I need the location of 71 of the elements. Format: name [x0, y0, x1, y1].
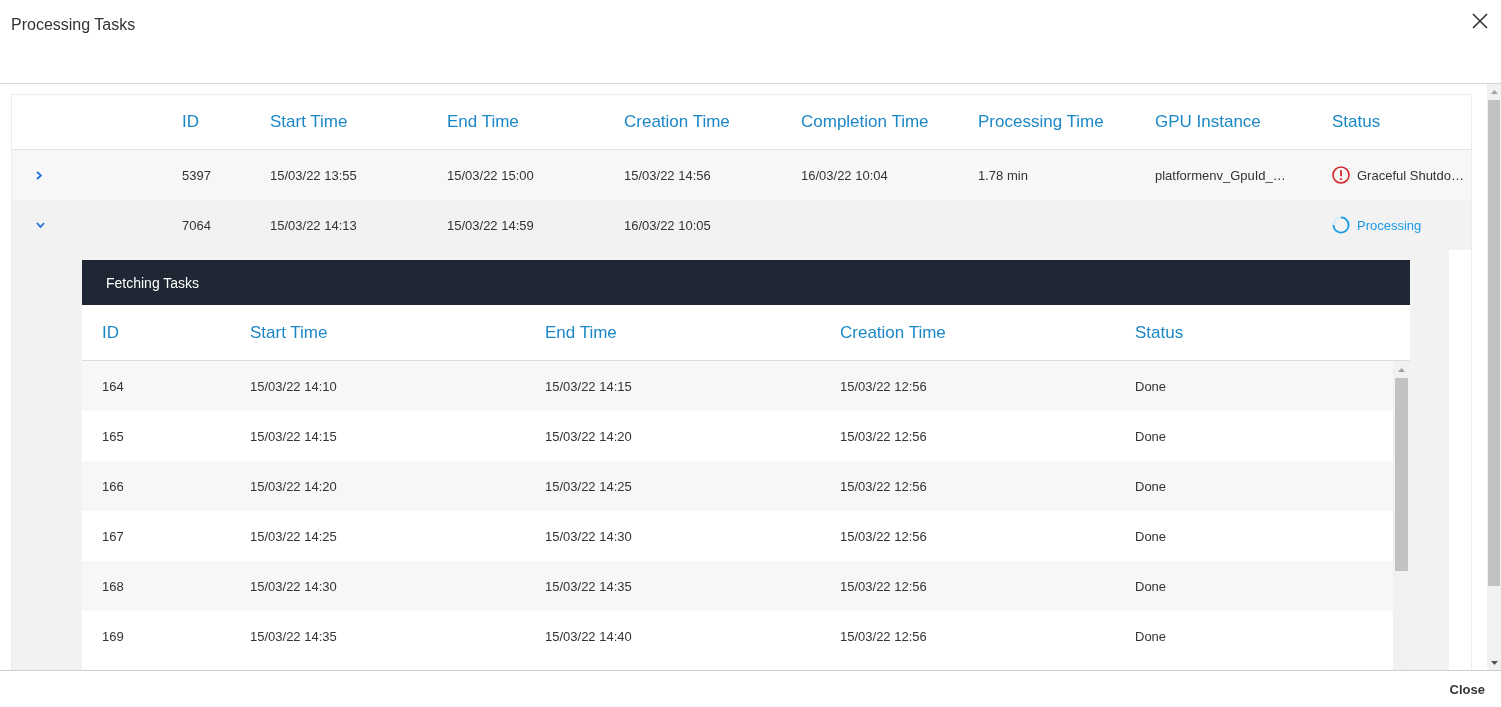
table-cell-text: 15/03/22 14:10 — [250, 378, 338, 394]
status-label: Processing — [1357, 217, 1422, 233]
table-cell-text: 167 — [102, 528, 125, 544]
table-cell-text: 15/03/22 14:25 — [545, 478, 633, 494]
table-cell-text: 166 — [102, 478, 125, 494]
column-header: End Time — [447, 112, 520, 132]
column-header: Processing Time — [978, 112, 1105, 132]
table-cell-text: 15/03/22 14:15 — [545, 378, 633, 394]
table-cell-text: 15/03/22 14:35 — [545, 578, 633, 594]
table-cell-text: 15/03/22 12:56 — [840, 428, 928, 444]
chevron-right-icon[interactable] — [36, 170, 42, 180]
table-cell-text: 15/03/22 14:20 — [250, 478, 338, 494]
table-cell-text: 15/03/22 13:55 — [270, 167, 358, 183]
scrollbar[interactable] — [1487, 84, 1501, 670]
table-cell-text: 15/03/22 14:40 — [545, 628, 633, 644]
table-cell-text: 15/03/22 14:15 — [250, 428, 338, 444]
table-cell-text: 15/03/22 14:30 — [250, 578, 338, 594]
table-cell-text: 168 — [102, 578, 125, 594]
triangle-up-icon[interactable] — [1490, 89, 1498, 94]
table-cell-text: 15/03/22 14:35 — [250, 628, 338, 644]
panel-title: Fetching Tasks — [106, 274, 200, 291]
spinner-icon — [1332, 216, 1350, 234]
table-cell-text: 15/03/22 12:56 — [840, 578, 928, 594]
table-cell-text: 7064 — [182, 217, 212, 233]
triangle-down-icon[interactable] — [1490, 660, 1498, 665]
table-cell-text: Done — [1135, 628, 1168, 644]
table-cell-text: 15/03/22 12:56 — [840, 478, 928, 494]
table-cell-text: 15/03/22 14:20 — [545, 428, 633, 444]
column-header: Start Time — [270, 112, 349, 132]
close-button[interactable]: Close — [1447, 678, 1487, 700]
table-cell-text: 16/03/22 10:05 — [624, 217, 712, 233]
table-cell-text: 165 — [102, 428, 125, 444]
table-cell-text: 15/03/22 14:13 — [270, 217, 358, 233]
table-cell-text: 15/03/22 15:00 — [447, 167, 535, 183]
table-cell-text: 15/03/22 14:59 — [447, 217, 535, 233]
status-label: Graceful Shutdo… — [1357, 167, 1464, 183]
table-cell-text: 169 — [102, 628, 125, 644]
triangle-up-icon[interactable] — [1398, 367, 1405, 372]
table-cell-text: 15/03/22 12:56 — [840, 528, 928, 544]
close-icon[interactable] — [1472, 13, 1488, 29]
column-header: Status — [1332, 112, 1382, 132]
scrollbar-thumb[interactable] — [1488, 100, 1500, 586]
column-header: Creation Time — [840, 322, 947, 343]
table-cell-text: 15/03/22 14:25 — [250, 528, 338, 544]
table-cell-text: Done — [1135, 478, 1168, 494]
chevron-down-icon[interactable] — [36, 222, 45, 228]
alert-icon — [1332, 166, 1350, 184]
column-header: GPU Instance — [1155, 112, 1262, 132]
column-header: Completion Time — [801, 112, 930, 132]
table-cell-text: 16/03/22 10:04 — [801, 167, 889, 183]
scrollbar[interactable] — [1393, 361, 1410, 670]
table-cell-text: Done — [1135, 528, 1168, 544]
table-cell-text: platformenv_GpuId_… — [1155, 167, 1287, 183]
column-header: Start Time — [250, 322, 329, 343]
table-cell-text: 5397 — [182, 167, 212, 183]
column-header: Status — [1135, 322, 1185, 343]
table-cell-text: 15/03/22 14:56 — [624, 167, 712, 183]
table-cell-text: 15/03/22 12:56 — [840, 628, 928, 644]
table-cell-text: 164 — [102, 378, 125, 394]
table-cell-text: 15/03/22 12:56 — [840, 378, 928, 394]
table-cell-text: Done — [1135, 578, 1168, 594]
column-header: ID — [102, 322, 120, 343]
table-cell-text: 1.78 min — [978, 167, 1029, 183]
dialog-title: Processing Tasks — [11, 15, 136, 35]
column-header: ID — [182, 112, 200, 132]
table-cell-text: 15/03/22 14:30 — [545, 528, 633, 544]
table-cell-text: Done — [1135, 378, 1168, 394]
column-header: Creation Time — [624, 112, 731, 132]
scrollbar-thumb[interactable] — [1395, 378, 1408, 571]
table-cell-text: Done — [1135, 428, 1168, 444]
column-header: End Time — [545, 322, 618, 343]
